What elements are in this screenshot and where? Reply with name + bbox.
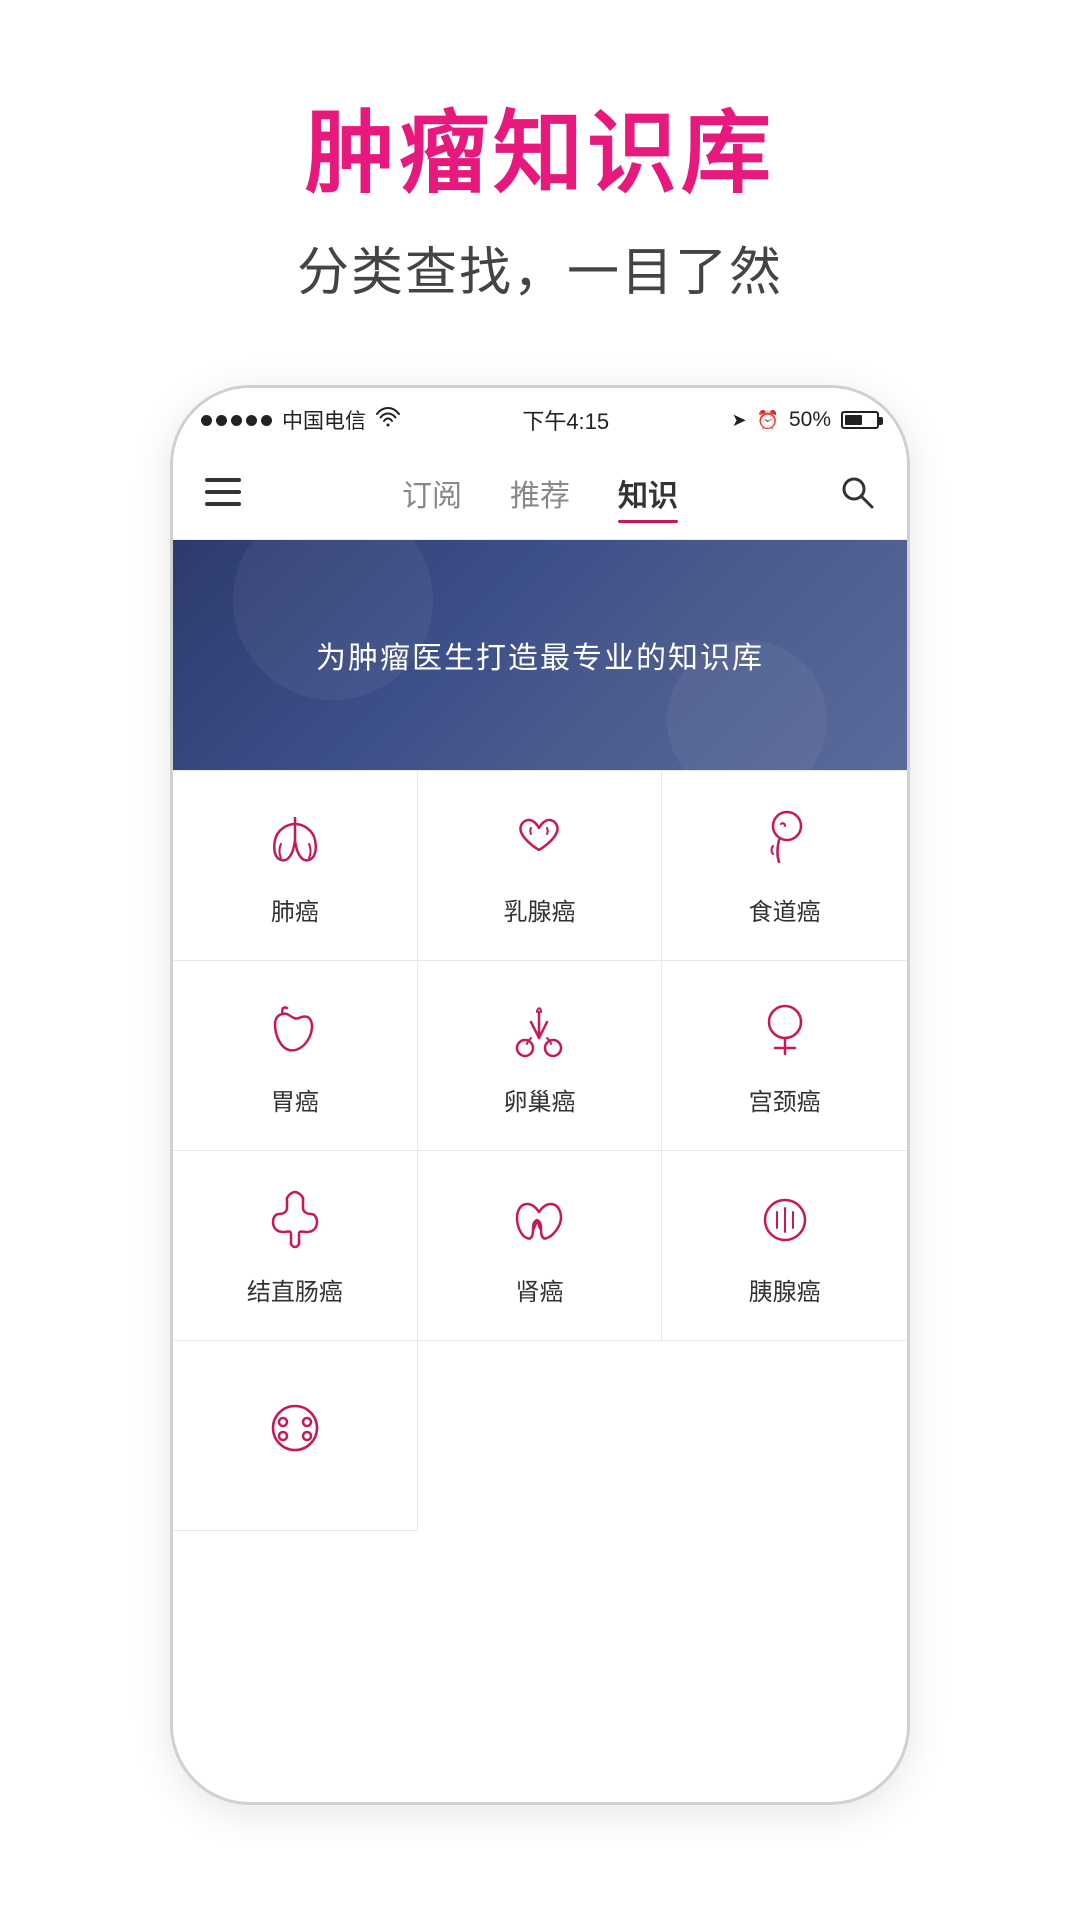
signal-dot-4 xyxy=(246,415,257,426)
category-colon[interactable]: 结直肠癌 xyxy=(173,1151,418,1341)
page-main-title: 肿瘤知识库 xyxy=(297,80,783,210)
status-time: 下午4:15 xyxy=(522,404,609,436)
location-icon: ➤ xyxy=(731,410,746,431)
category-pancreas[interactable]: 胰腺癌 xyxy=(662,1151,907,1341)
carrier-label: 中国电信 xyxy=(282,405,366,435)
phone-mockup: 中国电信 下午4:15 ➤ ⏰ 50% xyxy=(170,385,910,1805)
search-icon[interactable] xyxy=(827,474,875,518)
banner: 为肿瘤医生打造最专业的知识库 xyxy=(173,540,907,770)
status-left: 中国电信 xyxy=(201,405,400,435)
colon-icon xyxy=(259,1184,331,1256)
breast-icon xyxy=(503,804,575,876)
battery-label: 50% xyxy=(789,408,831,432)
nav-bar: 订阅 推荐 知识 xyxy=(173,452,907,540)
other-icon xyxy=(259,1392,331,1464)
status-bar: 中国电信 下午4:15 ➤ ⏰ 50% xyxy=(173,388,907,452)
signal-dot-2 xyxy=(216,415,227,426)
category-breast[interactable]: 乳腺癌 xyxy=(418,771,663,961)
menu-icon[interactable] xyxy=(205,477,253,514)
page-subtitle: 分类查找，一目了然 xyxy=(297,230,783,305)
page-title-area: 肿瘤知识库 分类查找，一目了然 xyxy=(297,80,783,305)
tab-knowledge[interactable]: 知识 xyxy=(618,471,678,521)
category-other[interactable] xyxy=(173,1341,418,1531)
tab-recommend[interactable]: 推荐 xyxy=(510,471,570,521)
ovary-icon xyxy=(503,994,575,1066)
banner-text: 为肿瘤医生打造最专业的知识库 xyxy=(316,633,764,677)
cervix-label: 宫颈癌 xyxy=(749,1082,821,1117)
signal-dot-1 xyxy=(201,415,212,426)
signal-dot-5 xyxy=(261,415,272,426)
category-stomach[interactable]: 胃癌 xyxy=(173,961,418,1151)
pancreas-label: 胰腺癌 xyxy=(749,1272,821,1307)
status-right: ➤ ⏰ 50% xyxy=(731,408,879,432)
signal-dot-3 xyxy=(231,415,242,426)
battery-fill xyxy=(845,415,862,425)
category-ovary[interactable]: 卵巢癌 xyxy=(418,961,663,1151)
kidney-label: 肾癌 xyxy=(515,1272,563,1307)
cervix-icon xyxy=(749,994,821,1066)
colon-label: 结直肠癌 xyxy=(247,1272,343,1307)
category-cervix[interactable]: 宫颈癌 xyxy=(662,961,907,1151)
stomach-icon xyxy=(259,994,331,1066)
wifi-icon xyxy=(376,407,400,433)
category-lung[interactable]: 肺癌 xyxy=(173,771,418,961)
alarm-icon: ⏰ xyxy=(757,410,779,431)
tab-subscribe[interactable]: 订阅 xyxy=(402,471,462,521)
category-kidney[interactable]: 肾癌 xyxy=(418,1151,663,1341)
nav-tabs: 订阅 推荐 知识 xyxy=(402,471,678,521)
battery-bar xyxy=(841,411,879,429)
lung-label: 肺癌 xyxy=(271,892,319,927)
signal-dots xyxy=(201,415,272,426)
pancreas-icon xyxy=(749,1184,821,1256)
ovary-label: 卵巢癌 xyxy=(503,1082,575,1117)
lung-icon xyxy=(259,804,331,876)
stomach-label: 胃癌 xyxy=(271,1082,319,1117)
esophagus-label: 食道癌 xyxy=(749,892,821,927)
breast-label: 乳腺癌 xyxy=(503,892,575,927)
category-esophagus[interactable]: 食道癌 xyxy=(662,771,907,961)
category-grid: 肺癌 乳腺癌 食道癌 xyxy=(173,770,907,1531)
kidney-icon xyxy=(503,1184,575,1256)
esophagus-icon xyxy=(749,804,821,876)
